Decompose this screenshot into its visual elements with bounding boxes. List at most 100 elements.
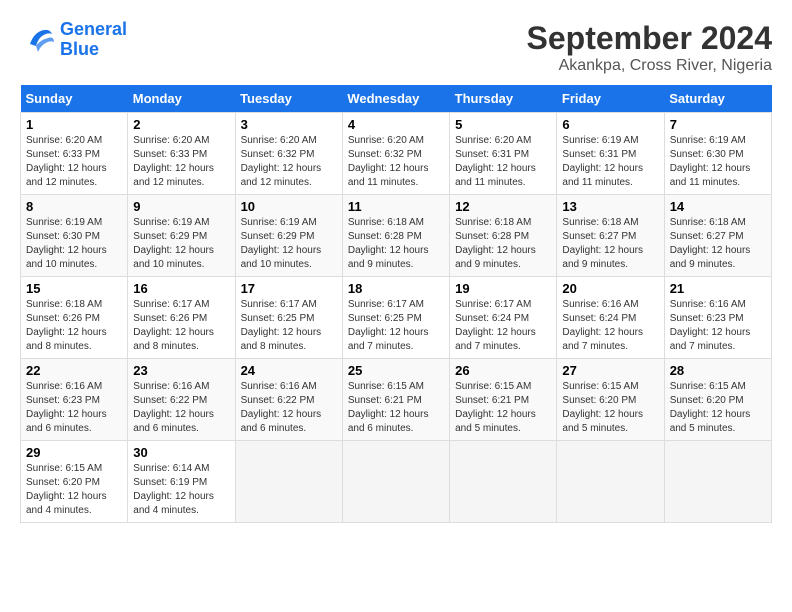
day-number: 16 bbox=[133, 281, 229, 296]
calendar-cell: 5 Sunrise: 6:20 AMSunset: 6:31 PMDaylight… bbox=[450, 113, 557, 195]
calendar-week-4: 22 Sunrise: 6:16 AMSunset: 6:23 PMDayligh… bbox=[21, 359, 772, 441]
day-number: 7 bbox=[670, 117, 766, 132]
calendar-cell bbox=[557, 441, 664, 523]
day-info: Sunrise: 6:19 AMSunset: 6:29 PMDaylight:… bbox=[241, 216, 337, 272]
day-number: 10 bbox=[241, 199, 337, 214]
calendar-week-3: 15 Sunrise: 6:18 AMSunset: 6:26 PMDayligh… bbox=[21, 277, 772, 359]
day-info: Sunrise: 6:15 AMSunset: 6:20 PMDaylight:… bbox=[26, 462, 122, 518]
day-info: Sunrise: 6:20 AMSunset: 6:33 PMDaylight:… bbox=[133, 134, 229, 190]
page-title: September 2024 bbox=[527, 20, 772, 57]
day-number: 8 bbox=[26, 199, 122, 214]
day-info: Sunrise: 6:17 AMSunset: 6:24 PMDaylight:… bbox=[455, 298, 551, 354]
logo: General Blue bbox=[20, 20, 127, 60]
calendar-cell: 27 Sunrise: 6:15 AMSunset: 6:20 PMDayligh… bbox=[557, 359, 664, 441]
day-info: Sunrise: 6:15 AMSunset: 6:20 PMDaylight:… bbox=[670, 380, 766, 436]
calendar-cell: 26 Sunrise: 6:15 AMSunset: 6:21 PMDayligh… bbox=[450, 359, 557, 441]
calendar-cell: 28 Sunrise: 6:15 AMSunset: 6:20 PMDayligh… bbox=[664, 359, 771, 441]
day-number: 5 bbox=[455, 117, 551, 132]
calendar-cell: 29 Sunrise: 6:15 AMSunset: 6:20 PMDayligh… bbox=[21, 441, 128, 523]
calendar-cell: 10 Sunrise: 6:19 AMSunset: 6:29 PMDayligh… bbox=[235, 195, 342, 277]
day-number: 18 bbox=[348, 281, 444, 296]
day-info: Sunrise: 6:15 AMSunset: 6:21 PMDaylight:… bbox=[455, 380, 551, 436]
day-info: Sunrise: 6:16 AMSunset: 6:24 PMDaylight:… bbox=[562, 298, 658, 354]
calendar-cell bbox=[664, 441, 771, 523]
day-number: 2 bbox=[133, 117, 229, 132]
logo-text: General Blue bbox=[60, 20, 127, 60]
day-info: Sunrise: 6:19 AMSunset: 6:31 PMDaylight:… bbox=[562, 134, 658, 190]
day-header-tuesday: Tuesday bbox=[235, 85, 342, 113]
day-info: Sunrise: 6:20 AMSunset: 6:33 PMDaylight:… bbox=[26, 134, 122, 190]
day-number: 26 bbox=[455, 363, 551, 378]
day-info: Sunrise: 6:16 AMSunset: 6:23 PMDaylight:… bbox=[670, 298, 766, 354]
day-number: 15 bbox=[26, 281, 122, 296]
day-number: 25 bbox=[348, 363, 444, 378]
day-info: Sunrise: 6:15 AMSunset: 6:20 PMDaylight:… bbox=[562, 380, 658, 436]
day-info: Sunrise: 6:17 AMSunset: 6:26 PMDaylight:… bbox=[133, 298, 229, 354]
calendar-cell bbox=[235, 441, 342, 523]
day-number: 22 bbox=[26, 363, 122, 378]
calendar-cell: 2 Sunrise: 6:20 AMSunset: 6:33 PMDaylight… bbox=[128, 113, 235, 195]
calendar-cell: 20Sunrise: 6:16 AMSunset: 6:24 PMDayligh… bbox=[557, 277, 664, 359]
day-header-friday: Friday bbox=[557, 85, 664, 113]
calendar-cell: 25 Sunrise: 6:15 AMSunset: 6:21 PMDayligh… bbox=[342, 359, 449, 441]
calendar-cell: 17Sunrise: 6:17 AMSunset: 6:25 PMDayligh… bbox=[235, 277, 342, 359]
calendar-cell: 8 Sunrise: 6:19 AMSunset: 6:30 PMDaylight… bbox=[21, 195, 128, 277]
day-number: 30 bbox=[133, 445, 229, 460]
day-info: Sunrise: 6:19 AMSunset: 6:30 PMDaylight:… bbox=[26, 216, 122, 272]
calendar-cell: 1Sunrise: 6:20 AMSunset: 6:33 PMDaylight… bbox=[21, 113, 128, 195]
calendar-cell: 24 Sunrise: 6:16 AMSunset: 6:22 PMDayligh… bbox=[235, 359, 342, 441]
day-info: Sunrise: 6:18 AMSunset: 6:27 PMDaylight:… bbox=[670, 216, 766, 272]
day-header-thursday: Thursday bbox=[450, 85, 557, 113]
day-number: 14 bbox=[670, 199, 766, 214]
day-info: Sunrise: 6:16 AMSunset: 6:22 PMDaylight:… bbox=[133, 380, 229, 436]
day-number: 28 bbox=[670, 363, 766, 378]
calendar-cell: 13 Sunrise: 6:18 AMSunset: 6:27 PMDayligh… bbox=[557, 195, 664, 277]
calendar-cell: 11 Sunrise: 6:18 AMSunset: 6:28 PMDayligh… bbox=[342, 195, 449, 277]
calendar-cell: 4Sunrise: 6:20 AMSunset: 6:32 PMDaylight… bbox=[342, 113, 449, 195]
logo-icon bbox=[20, 22, 56, 58]
day-number: 9 bbox=[133, 199, 229, 214]
calendar-cell: 9 Sunrise: 6:19 AMSunset: 6:29 PMDaylight… bbox=[128, 195, 235, 277]
calendar-cell: 7Sunrise: 6:19 AMSunset: 6:30 PMDaylight… bbox=[664, 113, 771, 195]
page-subtitle: Akankpa, Cross River, Nigeria bbox=[527, 57, 772, 75]
calendar-header-row: SundayMondayTuesdayWednesdayThursdayFrid… bbox=[21, 85, 772, 113]
day-number: 12 bbox=[455, 199, 551, 214]
calendar-cell: 18 Sunrise: 6:17 AMSunset: 6:25 PMDayligh… bbox=[342, 277, 449, 359]
day-number: 11 bbox=[348, 199, 444, 214]
day-info: Sunrise: 6:16 AMSunset: 6:23 PMDaylight:… bbox=[26, 380, 122, 436]
day-number: 29 bbox=[26, 445, 122, 460]
day-info: Sunrise: 6:18 AMSunset: 6:27 PMDaylight:… bbox=[562, 216, 658, 272]
day-info: Sunrise: 6:20 AMSunset: 6:32 PMDaylight:… bbox=[348, 134, 444, 190]
day-info: Sunrise: 6:15 AMSunset: 6:21 PMDaylight:… bbox=[348, 380, 444, 436]
day-header-wednesday: Wednesday bbox=[342, 85, 449, 113]
calendar-week-1: 1Sunrise: 6:20 AMSunset: 6:33 PMDaylight… bbox=[21, 113, 772, 195]
day-number: 27 bbox=[562, 363, 658, 378]
day-number: 24 bbox=[241, 363, 337, 378]
day-info: Sunrise: 6:18 AMSunset: 6:26 PMDaylight:… bbox=[26, 298, 122, 354]
calendar-cell: 21Sunrise: 6:16 AMSunset: 6:23 PMDayligh… bbox=[664, 277, 771, 359]
day-info: Sunrise: 6:20 AMSunset: 6:32 PMDaylight:… bbox=[241, 134, 337, 190]
calendar-cell: 16 Sunrise: 6:17 AMSunset: 6:26 PMDayligh… bbox=[128, 277, 235, 359]
title-block: September 2024 Akankpa, Cross River, Nig… bbox=[527, 20, 772, 75]
calendar-cell: 23 Sunrise: 6:16 AMSunset: 6:22 PMDayligh… bbox=[128, 359, 235, 441]
day-info: Sunrise: 6:17 AMSunset: 6:25 PMDaylight:… bbox=[348, 298, 444, 354]
day-number: 13 bbox=[562, 199, 658, 214]
day-info: Sunrise: 6:16 AMSunset: 6:22 PMDaylight:… bbox=[241, 380, 337, 436]
calendar-cell: 3 Sunrise: 6:20 AMSunset: 6:32 PMDaylight… bbox=[235, 113, 342, 195]
calendar-cell: 30 Sunrise: 6:14 AMSunset: 6:19 PMDayligh… bbox=[128, 441, 235, 523]
day-info: Sunrise: 6:20 AMSunset: 6:31 PMDaylight:… bbox=[455, 134, 551, 190]
calendar-cell: 6Sunrise: 6:19 AMSunset: 6:31 PMDaylight… bbox=[557, 113, 664, 195]
day-info: Sunrise: 6:19 AMSunset: 6:29 PMDaylight:… bbox=[133, 216, 229, 272]
day-info: Sunrise: 6:14 AMSunset: 6:19 PMDaylight:… bbox=[133, 462, 229, 518]
day-info: Sunrise: 6:18 AMSunset: 6:28 PMDaylight:… bbox=[348, 216, 444, 272]
day-number: 23 bbox=[133, 363, 229, 378]
calendar-cell bbox=[450, 441, 557, 523]
page-header: General Blue September 2024 Akankpa, Cro… bbox=[20, 20, 772, 75]
day-header-monday: Monday bbox=[128, 85, 235, 113]
calendar-week-5: 29 Sunrise: 6:15 AMSunset: 6:20 PMDayligh… bbox=[21, 441, 772, 523]
calendar-cell: 19 Sunrise: 6:17 AMSunset: 6:24 PMDayligh… bbox=[450, 277, 557, 359]
day-number: 3 bbox=[241, 117, 337, 132]
day-number: 19 bbox=[455, 281, 551, 296]
calendar-cell: 14 Sunrise: 6:18 AMSunset: 6:27 PMDayligh… bbox=[664, 195, 771, 277]
calendar-cell: 12Sunrise: 6:18 AMSunset: 6:28 PMDayligh… bbox=[450, 195, 557, 277]
